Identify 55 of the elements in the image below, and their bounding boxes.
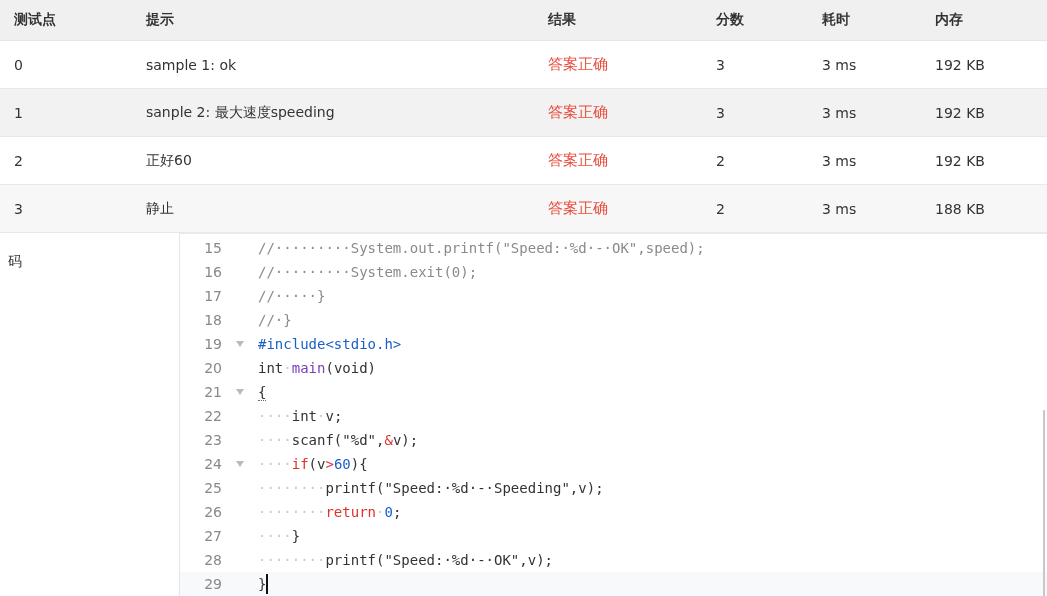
fold-arrow-icon[interactable] [236, 461, 244, 467]
code-line: { [258, 383, 267, 401]
line-number: 27 [203, 528, 222, 544]
table-cell: 3 ms [808, 185, 921, 233]
code-line: //·········System.out.printf("Speed:·%d·-·OK",speed); [258, 240, 705, 256]
table-cell: 3 [0, 185, 132, 233]
result-cell: 答案正确 [534, 185, 702, 233]
column-header: 耗时 [808, 0, 921, 41]
line-number: 17 [203, 288, 222, 304]
code-line: //·} [258, 312, 292, 328]
line-number: 20 [203, 360, 222, 376]
code-line: int·main(void) [258, 360, 377, 376]
scrollbar[interactable] [1043, 410, 1045, 596]
code-line: ····int·v; [258, 408, 343, 424]
code-line: } [258, 574, 268, 594]
table-cell: 静止 [132, 185, 534, 233]
line-number: 15 [203, 240, 222, 256]
code-line: ····scanf("%d",&v); [258, 432, 419, 448]
line-number: 25 [203, 480, 222, 496]
line-number: 23 [203, 432, 222, 448]
table-cell: sanple 2: 最大速度speeding [132, 89, 534, 137]
table-cell: 3 ms [808, 89, 921, 137]
text-cursor [266, 574, 268, 594]
line-number: 16 [203, 264, 222, 280]
column-header: 提示 [132, 0, 534, 41]
line-number: 19 [203, 336, 222, 352]
line-number: 24 [203, 456, 222, 472]
code-line: //·····} [258, 288, 326, 304]
table-cell: 192 KB [921, 89, 1047, 137]
code-line: ····} [258, 528, 301, 544]
line-number: 21 [203, 384, 222, 400]
line-number: 26 [203, 504, 222, 520]
line-number: 28 [203, 552, 222, 568]
code-line: #include<stdio.h> [258, 336, 402, 352]
code-label: 码 [8, 253, 22, 269]
code-line: ····if(v>60){ [258, 456, 368, 472]
column-header: 测试点 [0, 0, 132, 41]
table-cell: 1 [0, 89, 132, 137]
line-number: 18 [203, 312, 222, 328]
code-editor[interactable] [179, 233, 1047, 596]
column-header: 结果 [534, 0, 702, 41]
table-cell: 3 [702, 89, 808, 137]
fold-arrow-icon[interactable] [236, 389, 244, 395]
fold-arrow-icon[interactable] [236, 341, 244, 347]
code-line: ········printf("Speed:·%d·-·Speeding",v); [258, 480, 604, 496]
column-header: 内存 [921, 0, 1047, 41]
line-number: 29 [203, 576, 222, 592]
line-number: 22 [203, 408, 222, 424]
column-header: 分数 [702, 0, 808, 41]
result-cell: 答案正确 [534, 89, 702, 137]
table-cell: 188 KB [921, 185, 1047, 233]
code-line: ········return·0; [258, 504, 402, 520]
code-line: //·········System.exit(0); [258, 264, 478, 280]
table-cell: 2 [702, 185, 808, 233]
code-line: ········printf("Speed:·%d·-·OK",v); [258, 552, 553, 568]
